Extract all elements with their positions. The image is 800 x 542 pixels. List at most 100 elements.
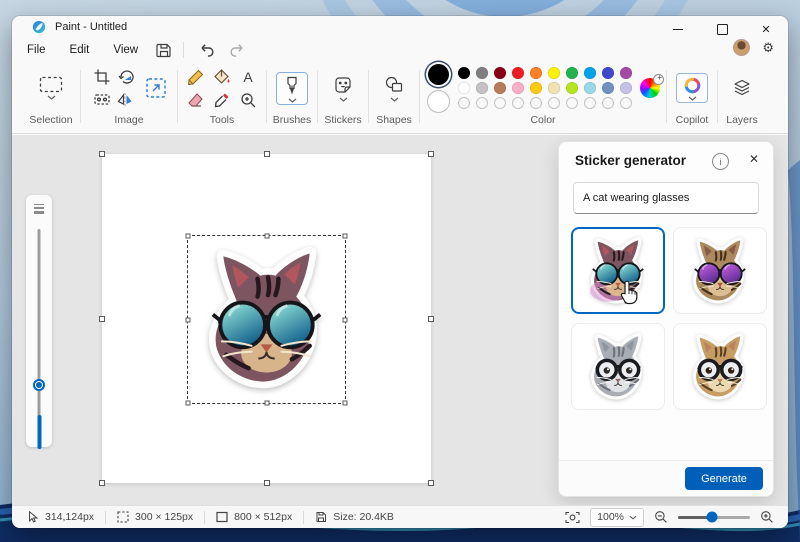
palette-color-swatch[interactable] bbox=[620, 67, 632, 79]
sticker-result-gray-cat-black-glasses[interactable] bbox=[571, 323, 665, 410]
zoom-slider[interactable] bbox=[678, 516, 750, 519]
layers-button[interactable] bbox=[732, 62, 752, 114]
zoom-slider-handle[interactable] bbox=[707, 512, 718, 523]
zoom-level-dropdown[interactable]: 100% bbox=[590, 508, 644, 527]
selection-resize-handle[interactable] bbox=[186, 234, 191, 239]
brushes-tool[interactable] bbox=[276, 72, 308, 105]
palette-empty-slot[interactable] bbox=[548, 97, 560, 109]
info-icon[interactable]: i bbox=[712, 153, 729, 170]
palette-color-swatch[interactable] bbox=[530, 82, 542, 94]
palette-color-swatch[interactable] bbox=[584, 82, 596, 94]
palette-color-swatch[interactable] bbox=[548, 67, 560, 79]
selection-resize-handle[interactable] bbox=[186, 401, 191, 406]
palette-color-swatch[interactable] bbox=[494, 82, 506, 94]
window-title: Paint - Untitled bbox=[55, 21, 127, 33]
redo-button[interactable] bbox=[224, 40, 250, 60]
eyedropper-icon[interactable] bbox=[213, 91, 231, 109]
selection-resize-handle[interactable] bbox=[343, 234, 348, 239]
rotate-icon[interactable] bbox=[117, 68, 135, 86]
marquee-options-icon[interactable] bbox=[93, 90, 111, 108]
save-button[interactable] bbox=[151, 40, 177, 60]
flip-icon[interactable] bbox=[117, 90, 135, 108]
sticker-result-tabby-kitten-round-glasses[interactable] bbox=[673, 323, 767, 410]
palette-empty-slot[interactable] bbox=[566, 97, 578, 109]
canvas-resize-handle[interactable] bbox=[99, 480, 105, 486]
copilot-button[interactable] bbox=[676, 73, 708, 103]
hand-cursor-icon bbox=[617, 279, 639, 305]
selection-resize-handle[interactable] bbox=[186, 317, 191, 322]
canvas-resize-handle[interactable] bbox=[264, 480, 270, 486]
chevron-down-icon bbox=[339, 97, 348, 102]
palette-color-swatch[interactable] bbox=[602, 82, 614, 94]
selection-resize-handle[interactable] bbox=[343, 401, 348, 406]
palette-color-swatch[interactable] bbox=[458, 82, 470, 94]
shapes-tool[interactable] bbox=[384, 62, 404, 114]
palette-color-swatch[interactable] bbox=[602, 67, 614, 79]
palette-empty-slot[interactable] bbox=[530, 97, 542, 109]
stickers-group: Stickers bbox=[318, 62, 368, 133]
eraser-icon[interactable] bbox=[187, 91, 205, 109]
drawing-canvas[interactable] bbox=[102, 154, 431, 483]
account-avatar[interactable] bbox=[733, 39, 750, 56]
stickers-tool[interactable] bbox=[333, 62, 353, 114]
menu-view[interactable]: View bbox=[104, 41, 147, 59]
size-slider-handle[interactable] bbox=[33, 379, 45, 391]
crop-icon[interactable] bbox=[93, 68, 111, 86]
magnifier-icon[interactable] bbox=[239, 91, 257, 109]
canvas-resize-handle[interactable] bbox=[428, 480, 434, 486]
chevron-down-icon bbox=[390, 97, 399, 102]
palette-empty-slot[interactable] bbox=[602, 97, 614, 109]
palette-color-swatch[interactable] bbox=[548, 82, 560, 94]
palette-color-swatch[interactable] bbox=[512, 67, 524, 79]
panel-close-icon[interactable]: ✕ bbox=[749, 152, 759, 166]
fill-bucket-icon[interactable] bbox=[213, 68, 231, 86]
palette-color-swatch[interactable] bbox=[566, 67, 578, 79]
palette-color-swatch[interactable] bbox=[584, 67, 596, 79]
menu-file[interactable]: File bbox=[18, 41, 55, 59]
sticker-prompt-input[interactable] bbox=[573, 182, 759, 214]
placed-cat-sticker[interactable] bbox=[192, 240, 341, 398]
edit-colors-wheel-icon[interactable] bbox=[640, 78, 660, 98]
palette-color-swatch[interactable] bbox=[512, 82, 524, 94]
undo-button[interactable] bbox=[194, 40, 220, 60]
titlebar: Paint - Untitled ✕ bbox=[12, 16, 788, 38]
canvas-resize-handle[interactable] bbox=[264, 151, 270, 157]
zoom-in-icon[interactable] bbox=[760, 510, 774, 524]
palette-color-swatch[interactable] bbox=[566, 82, 578, 94]
selection-resize-handle[interactable] bbox=[343, 317, 348, 322]
resize-icon[interactable] bbox=[144, 76, 168, 100]
canvas-resize-handle[interactable] bbox=[99, 151, 105, 157]
palette-empty-slot[interactable] bbox=[512, 97, 524, 109]
palette-color-swatch[interactable] bbox=[476, 82, 488, 94]
menu-edit[interactable]: Edit bbox=[61, 41, 99, 59]
selection-tool[interactable] bbox=[39, 62, 63, 114]
palette-color-swatch[interactable] bbox=[530, 67, 542, 79]
palette-empty-slot[interactable] bbox=[458, 97, 470, 109]
sticker-selection-rect[interactable] bbox=[187, 235, 346, 404]
sticker-result-tabby-cat-purple-sunglasses[interactable] bbox=[673, 227, 767, 314]
generate-button[interactable]: Generate bbox=[685, 467, 763, 490]
selection-resize-handle[interactable] bbox=[264, 234, 269, 239]
pencil-icon[interactable] bbox=[187, 68, 205, 86]
canvas-resize-handle[interactable] bbox=[99, 316, 105, 322]
fit-to-window-icon[interactable] bbox=[565, 511, 580, 524]
settings-gear-icon[interactable]: ⚙ bbox=[762, 41, 774, 54]
canvas-resize-handle[interactable] bbox=[428, 151, 434, 157]
panel-footer: Generate bbox=[559, 460, 773, 496]
selection-resize-handle[interactable] bbox=[264, 401, 269, 406]
palette-empty-slot[interactable] bbox=[476, 97, 488, 109]
palette-empty-slot[interactable] bbox=[620, 97, 632, 109]
palette-color-swatch[interactable] bbox=[620, 82, 632, 94]
shapes-icon bbox=[384, 75, 404, 95]
palette-empty-slot[interactable] bbox=[584, 97, 596, 109]
background-color-swatch[interactable] bbox=[427, 90, 450, 113]
palette-empty-slot[interactable] bbox=[494, 97, 506, 109]
text-tool-icon[interactable]: A bbox=[239, 68, 257, 86]
palette-color-swatch[interactable] bbox=[458, 67, 470, 79]
palette-color-swatch[interactable] bbox=[476, 67, 488, 79]
zoom-out-icon[interactable] bbox=[654, 510, 668, 524]
palette-color-swatch[interactable] bbox=[494, 67, 506, 79]
size-slider-track[interactable] bbox=[38, 229, 41, 449]
foreground-color-swatch[interactable] bbox=[428, 64, 449, 85]
canvas-resize-handle[interactable] bbox=[428, 316, 434, 322]
